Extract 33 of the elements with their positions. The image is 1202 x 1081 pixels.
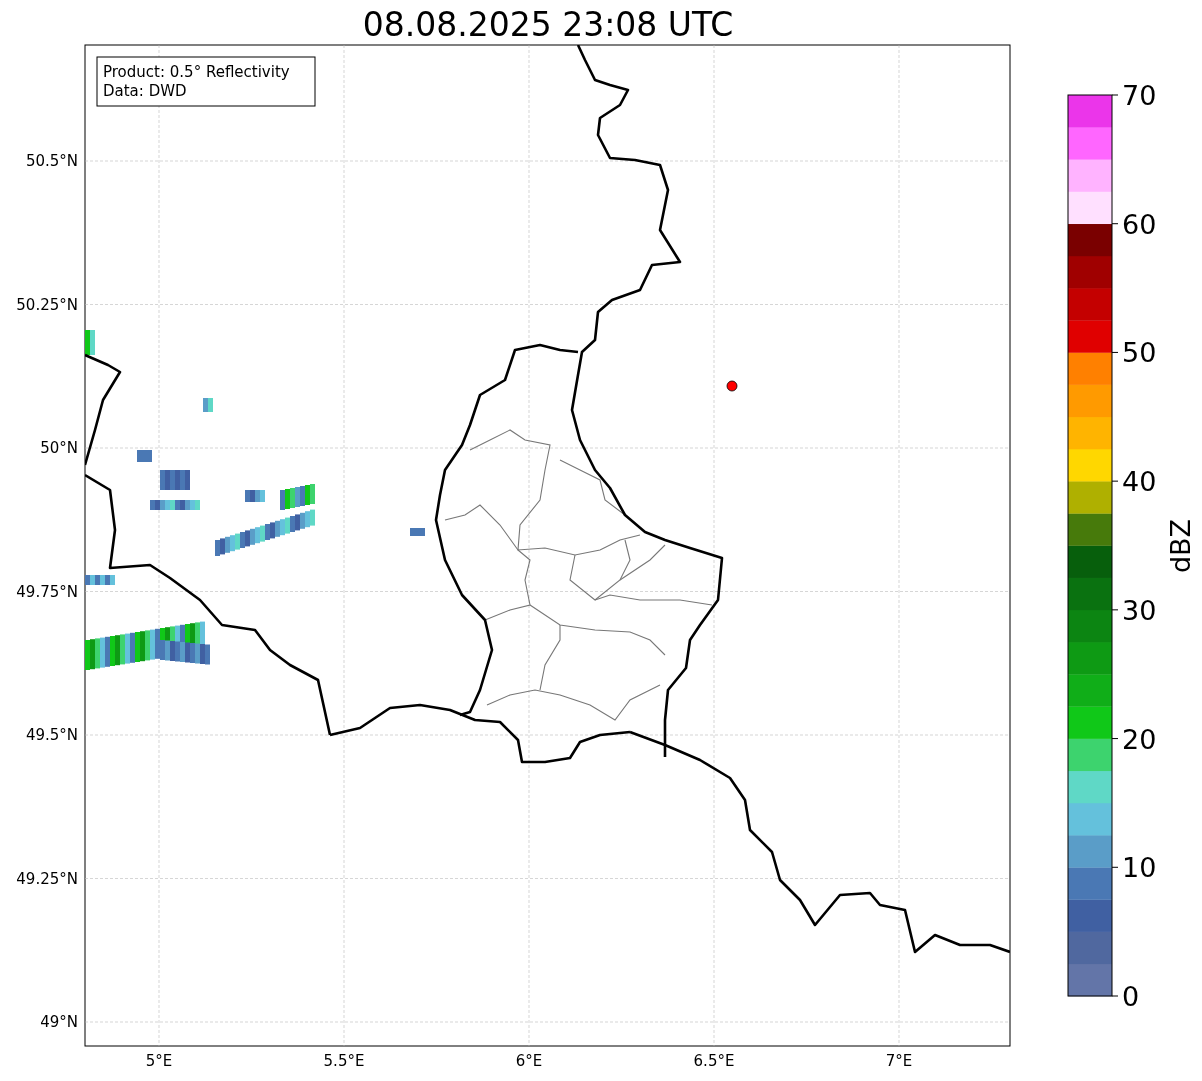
colorbar-tick-label: 70 [1122, 80, 1157, 111]
radar-echo [160, 470, 190, 490]
axis-tick-label: 7°E [885, 1052, 913, 1070]
axis-tick-label: 49.25°N [16, 869, 78, 888]
radar-echo [137, 450, 152, 462]
location-marker [726, 380, 738, 392]
info-text: Product: 0.5° Reflectivity [103, 63, 290, 81]
axis-tick-label: 50.5°N [25, 152, 78, 170]
radar-echo [410, 528, 425, 536]
axis-tick-label: 5°E [145, 1052, 173, 1070]
radar-echo [203, 398, 213, 412]
colorbar-tick-label: 0 [1122, 981, 1140, 1012]
axis-tick-label: 50°N [40, 439, 78, 457]
colorbar-tick-label: 50 [1122, 337, 1157, 369]
axis-tick-label: 49.5°N [25, 726, 78, 744]
axis-tick-label: 6°E [515, 1052, 543, 1070]
colorbar-tick-label: 40 [1122, 466, 1157, 498]
info-text: Data: DWD [103, 82, 187, 100]
chart-title: 08.08.2025 23:08 UTC [362, 5, 734, 44]
axis-tick-label: 50.25°N [16, 295, 78, 314]
radar-echo [150, 500, 200, 510]
colorbar-tick-label: 30 [1122, 594, 1157, 626]
radar-echo [245, 490, 265, 502]
colorbar-tick-label: 20 [1122, 723, 1157, 755]
axis-tick-label: 49.75°N [16, 582, 78, 601]
colorbar-tick-label: 60 [1122, 208, 1157, 240]
colorbar-label: dBZ [1165, 518, 1196, 574]
radar-echo [85, 575, 115, 585]
axis-tick-label: 6.5°E [693, 1052, 735, 1070]
axis-tick-label: 49°N [40, 1013, 78, 1031]
axis-tick-label: 5.5°E [323, 1052, 365, 1070]
radar-echo [85, 330, 95, 355]
colorbar-tick-label: 10 [1122, 852, 1157, 884]
